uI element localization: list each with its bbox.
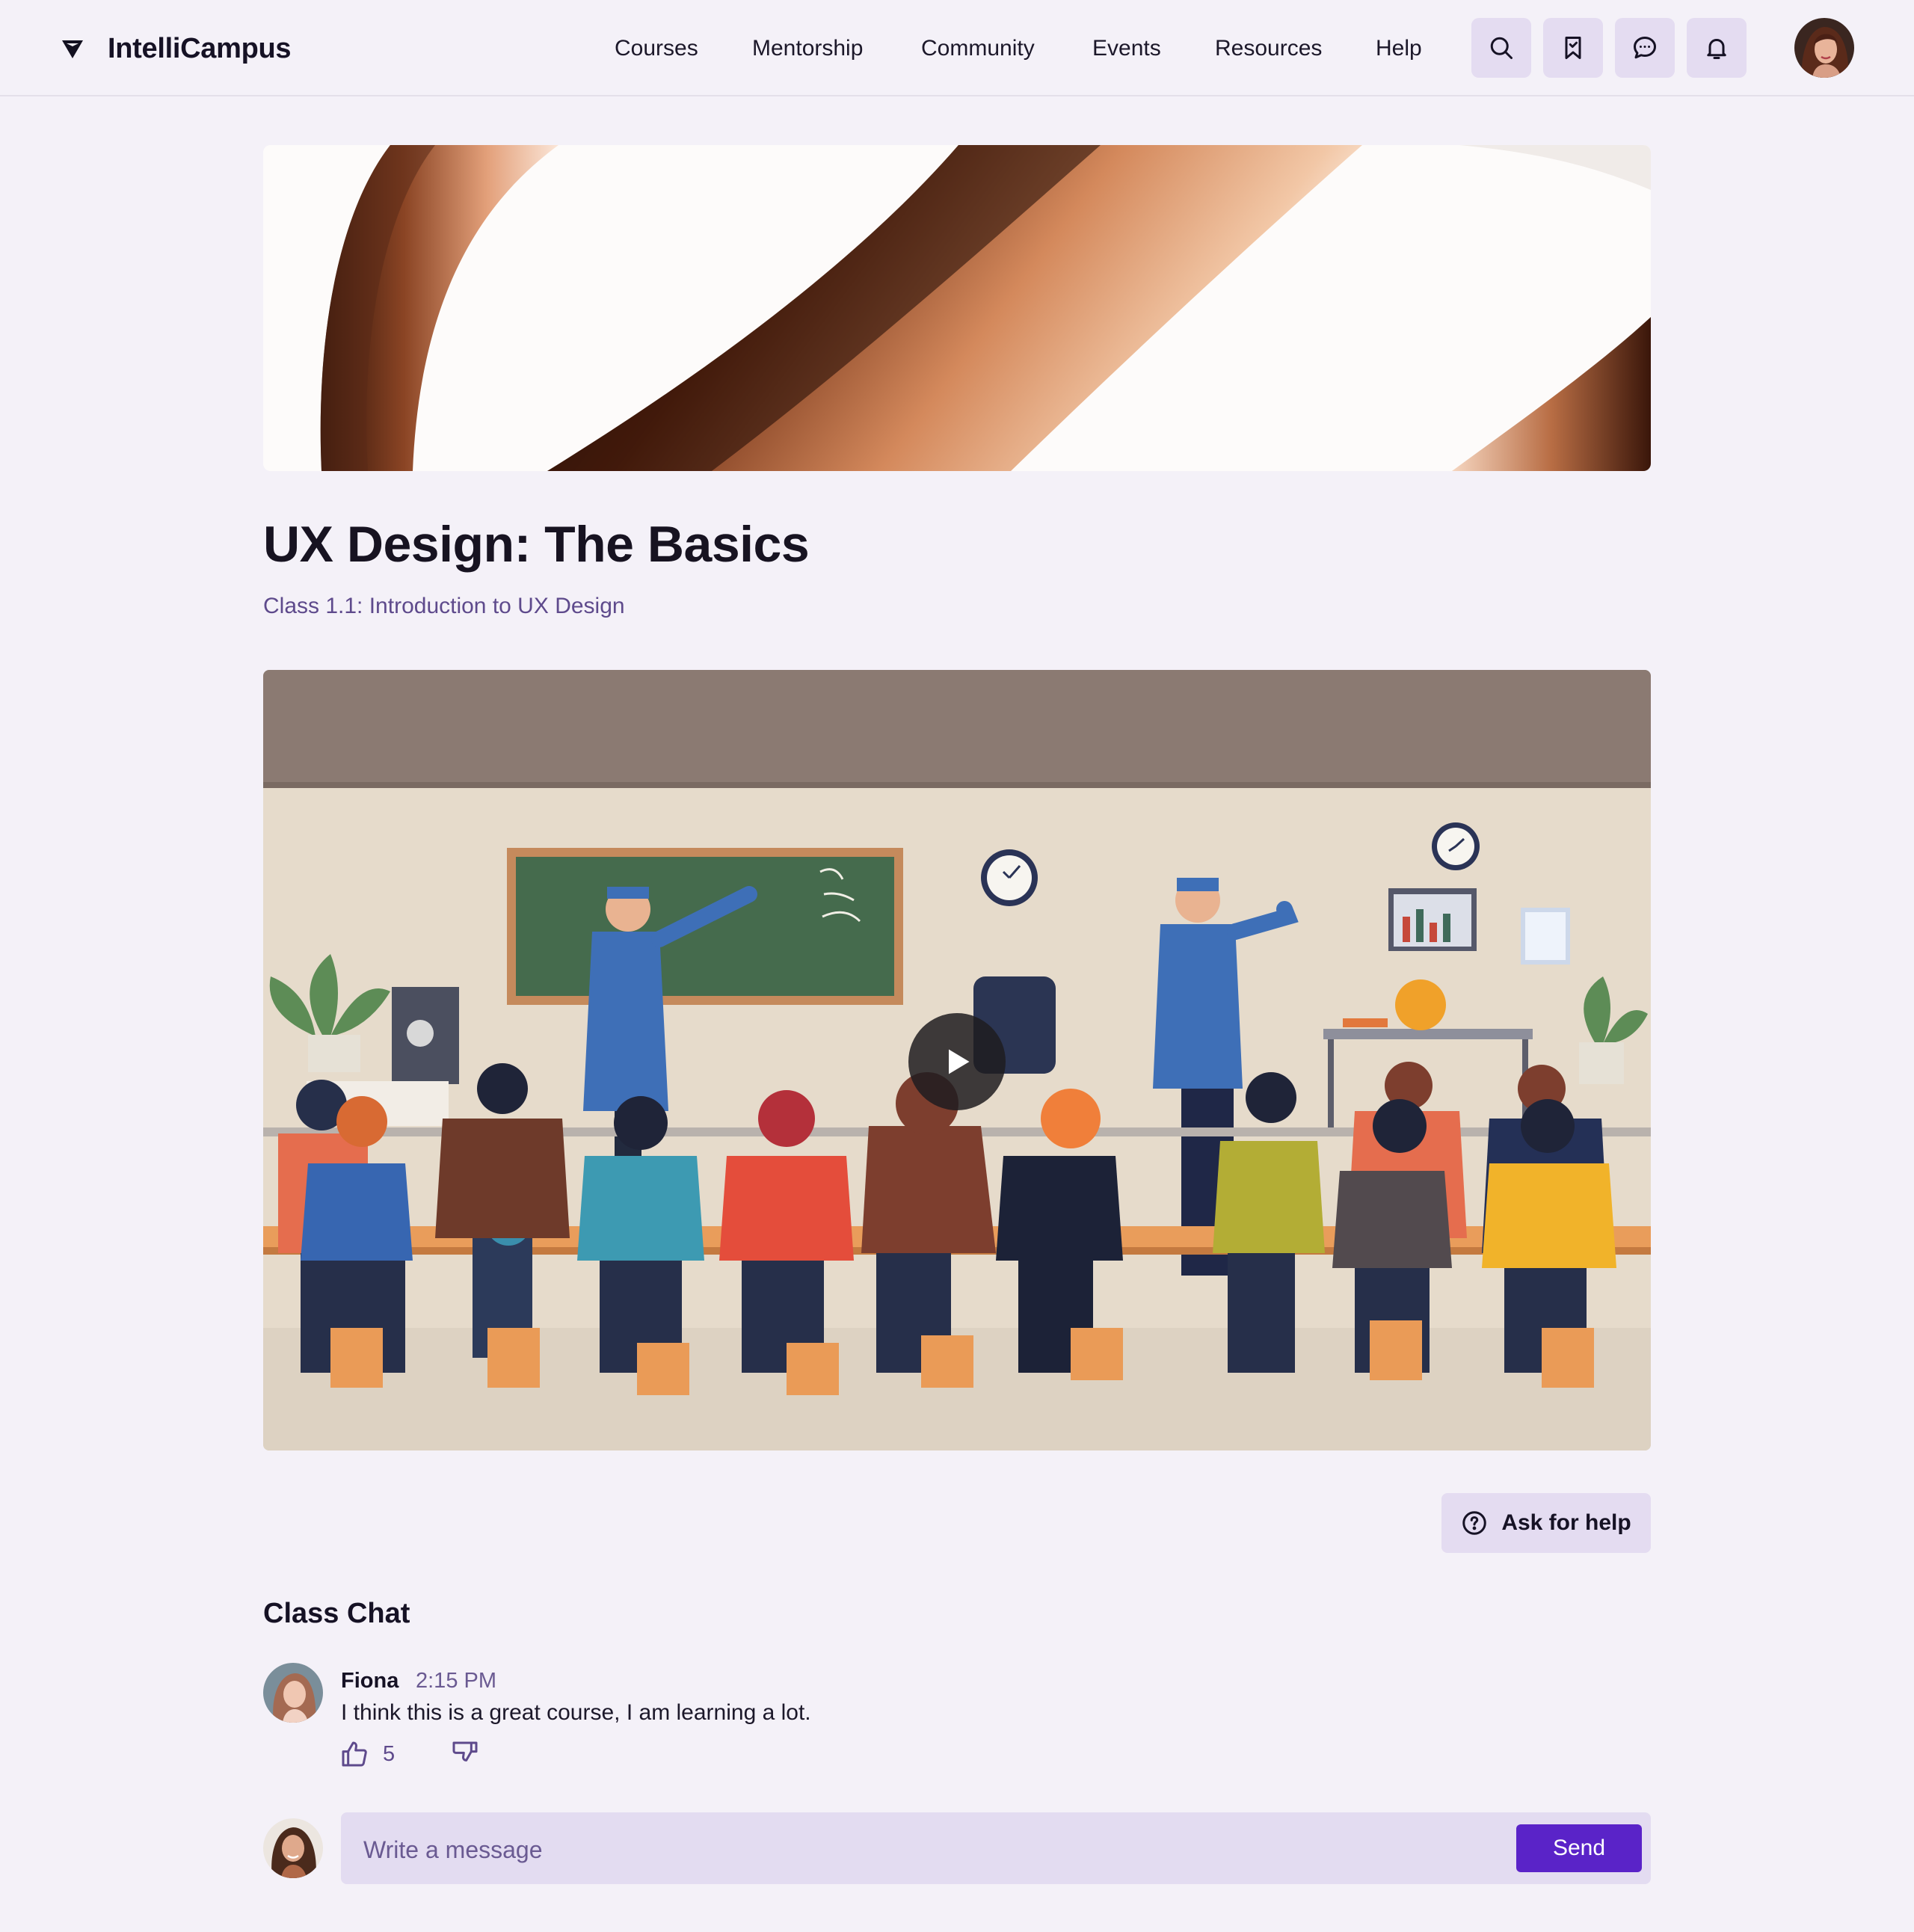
ask-for-help-label: Ask for help [1501,1510,1631,1535]
message-timestamp: 2:15 PM [416,1669,496,1693]
like-count: 5 [383,1741,396,1766]
chat-compose: Send [263,1812,1651,1884]
bookmarks-button[interactable] [1543,18,1603,78]
bookmark-icon [1565,37,1581,59]
message-author: Fiona [341,1669,399,1693]
shield-diamond-icon [62,40,83,58]
bell-icon [1707,39,1726,59]
messages-button[interactable] [1615,18,1675,78]
ask-for-help-button[interactable]: Ask for help [1441,1493,1651,1553]
search-button[interactable] [1471,18,1531,78]
chat-bubble-icon [1634,37,1656,59]
message-input[interactable] [363,1829,1485,1871]
current-user-avatar-image [263,1818,323,1878]
chat-message: Fiona 2:15 PM I think this is a great co… [263,1663,1651,1775]
message-text: I think this is a great course, I am lea… [341,1700,811,1725]
user-avatar-image [1794,18,1854,78]
nav-link-resources[interactable]: Resources [1215,30,1322,67]
top-navigation-bar: IntelliCampus Courses Mentorship Communi… [0,0,1914,96]
brand[interactable]: IntelliCampus [60,30,292,67]
current-user-avatar[interactable] [263,1818,323,1878]
thumbs-down-icon [452,1741,478,1762]
like-button[interactable]: 5 [339,1738,395,1771]
brand-name: IntelliCampus [108,32,292,64]
user-avatar[interactable] [1794,18,1854,78]
abstract-wave-artwork [263,145,1651,471]
play-button[interactable] [908,1013,1006,1110]
notifications-button[interactable] [1687,18,1747,78]
dislike-button[interactable] [450,1738,480,1771]
message-composer: Send [341,1812,1651,1884]
message-author-avatar[interactable] [263,1663,323,1723]
message-author-avatar-image [263,1663,323,1723]
class-chat-heading: Class Chat [263,1598,410,1629]
nav-link-mentorship[interactable]: Mentorship [752,30,863,67]
thumbs-up-icon [342,1741,367,1767]
course-banner-image [263,145,1651,471]
send-button[interactable]: Send [1516,1824,1642,1872]
search-icon [1490,37,1513,59]
nav-link-help[interactable]: Help [1376,30,1422,67]
course-title: UX Design: The Basics [263,516,810,573]
nav-link-events[interactable]: Events [1092,30,1161,67]
nav-link-community[interactable]: Community [921,30,1035,67]
class-link[interactable]: Class 1.1: Introduction to UX Design [263,591,625,622]
play-icon [949,1049,970,1074]
question-circle-icon [1462,1511,1487,1535]
nav-link-courses[interactable]: Courses [615,30,698,67]
